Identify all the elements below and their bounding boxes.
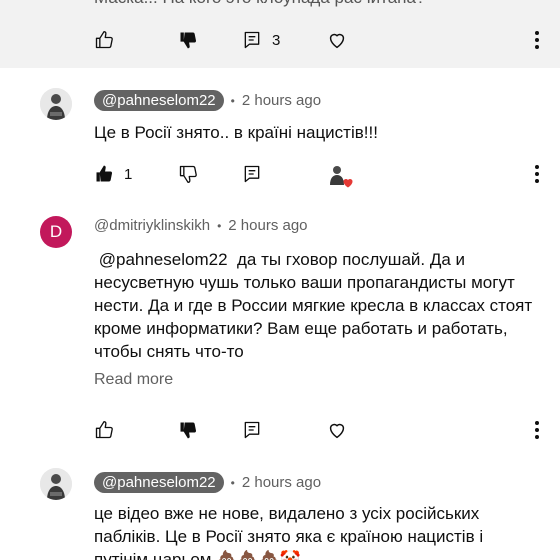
comment-meta: @dmitriyklinskikh • 2 hours ago	[94, 217, 308, 234]
comment-actions: 3	[94, 28, 544, 52]
comment-text: @pahneselom22 да ты гховор послушай. Да …	[94, 250, 537, 361]
timestamp: 2 hours ago	[241, 474, 322, 491]
user-photo-icon	[40, 88, 72, 120]
comment-0: Маска... На кого это клоунада расчитана?…	[0, 0, 560, 68]
comment-text: Це в Росії знято.. в країні нацистів!!!	[94, 123, 378, 142]
heart-outline-icon	[329, 423, 345, 439]
heart-outline-icon	[329, 33, 345, 49]
avatar-letter: D	[49, 222, 63, 241]
comment-meta: @pahneselom22 • 2 hours ago	[94, 90, 321, 111]
author-handle[interactable]: @pahneselom22	[94, 90, 224, 111]
comment-1: @pahneselom22 • 2 hours ago Це в Росії з…	[0, 68, 560, 204]
comment-icon	[244, 421, 260, 439]
thumb-down-filled-icon	[180, 422, 197, 439]
comment-2: D @dmitriyklinskikh • 2 hours ago @pahne…	[0, 204, 560, 460]
thumb-down-filled-icon	[180, 32, 197, 49]
comment-actions: 1	[94, 162, 544, 188]
more-options-icon[interactable]	[534, 418, 540, 442]
dot-separator: •	[217, 218, 222, 233]
avatar[interactable]: D	[40, 216, 72, 248]
comment-text: це відео вже не нове, видалено з усіх ро…	[94, 504, 484, 560]
thumb-up-filled-icon	[96, 165, 113, 182]
heart-filled-icon	[343, 179, 353, 188]
dislike-button[interactable]	[178, 162, 198, 186]
creator-avatar-icon	[326, 163, 353, 188]
comment-icon	[244, 31, 260, 49]
like-button[interactable]: 1	[94, 162, 132, 186]
reply-count: 3	[272, 31, 281, 49]
like-button[interactable]	[94, 28, 114, 52]
comment-3: @pahneselom22 • 2 hours ago це відео вже…	[0, 460, 560, 560]
timestamp: 2 hours ago	[228, 217, 308, 234]
comment-actions	[94, 418, 544, 442]
comment-icon	[244, 165, 260, 183]
avatar[interactable]	[40, 468, 72, 500]
dislike-button[interactable]	[178, 28, 198, 52]
dot-separator: •	[230, 93, 235, 108]
comment-text: Маска... На кого это клоунада расчитана?	[94, 0, 534, 9]
reply-button[interactable]	[242, 162, 262, 186]
comment-meta: @pahneselom22 • 2 hours ago	[94, 472, 321, 493]
thumb-up-icon	[95, 421, 113, 439]
more-options-icon[interactable]	[534, 28, 540, 52]
dislike-button[interactable]	[178, 418, 198, 442]
like-count: 1	[124, 165, 133, 183]
more-options-icon[interactable]	[534, 162, 540, 186]
read-more-link[interactable]: Read more	[94, 371, 173, 389]
reply-button[interactable]	[242, 418, 262, 442]
reply-button[interactable]: 3	[242, 28, 280, 52]
avatar[interactable]	[40, 88, 72, 120]
thumb-up-icon	[95, 31, 113, 49]
user-photo-icon	[40, 468, 72, 500]
author-handle[interactable]: @pahneselom22	[94, 472, 224, 493]
heart-button[interactable]	[326, 28, 348, 52]
like-button[interactable]	[94, 418, 114, 442]
timestamp: 2 hours ago	[241, 92, 322, 109]
creator-heart	[326, 162, 353, 188]
heart-button[interactable]	[326, 418, 348, 442]
author-handle[interactable]: @dmitriyklinskikh	[94, 217, 210, 234]
thumb-down-icon	[179, 165, 197, 183]
dot-separator: •	[230, 475, 235, 490]
